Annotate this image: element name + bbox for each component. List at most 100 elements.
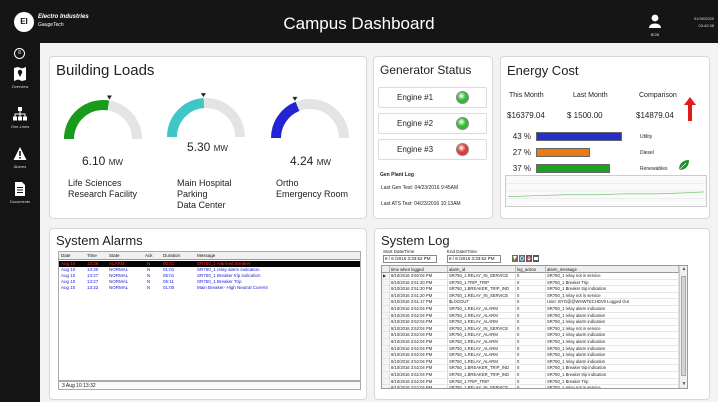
log-row[interactable]: 8/10/2016 3:52:04 PM SR750_1.RELAY_ALARM 0… — [382, 358, 679, 366]
col-header-date[interactable]: Date — [61, 253, 71, 258]
log-cell: 8/10/2016 3:52:04 PM — [390, 325, 448, 333]
trend-up-arrow-icon — [684, 97, 696, 121]
log-cell: SR750_1 Breaker trip indication — [546, 286, 679, 293]
building-label-line: Parking — [177, 189, 208, 199]
sidebar-collapse-button[interactable]: ≡ — [14, 48, 25, 59]
engine-row-2[interactable]: Engine #2 — [378, 113, 487, 134]
log-cell: 8/10/2016 3:52:04 PM — [390, 339, 448, 346]
row-selector[interactable] — [382, 325, 390, 333]
row-selector[interactable] — [382, 312, 390, 320]
log-cell: $LOGOUT — [448, 299, 516, 306]
renewables-bar — [536, 164, 610, 173]
row-selector[interactable] — [382, 279, 390, 287]
system-log-table[interactable]: time when logged alarm_id log_action ala… — [381, 265, 688, 389]
log-row[interactable]: 8/10/2016 3:52:04 PM SR750_1.RELAY_ALARM 0… — [382, 306, 679, 313]
log-row[interactable]: 8/10/2016 3:51:20 PM SR750_1.BREAKER_TRIP… — [382, 286, 679, 293]
log-row[interactable]: 8/10/2016 3:51:17 PM $LOGOUT 0 User: BYO@@W… — [382, 299, 679, 306]
row-selector[interactable] — [382, 378, 390, 386]
end-date-input[interactable]: 8 / 8 /2016 3:33:52 PM — [447, 255, 501, 263]
gauge-ortho — [271, 96, 349, 139]
scroll-up-icon[interactable]: ▲ — [681, 266, 687, 273]
log-row[interactable]: 8/10/2016 3:52:04 PM SR750_1.RELAY_ALARM 0… — [382, 339, 679, 346]
row-selector[interactable] — [382, 306, 390, 313]
print-icon[interactable] — [533, 255, 539, 262]
row-selector[interactable] — [382, 286, 390, 293]
engine-status-led — [456, 91, 469, 104]
row-selector[interactable] — [382, 372, 390, 379]
col-header-duration[interactable]: Duration — [163, 253, 180, 258]
building-label-line: Ortho — [276, 178, 299, 188]
log-cell: SR750_1.RELAY_ALARM — [448, 319, 516, 326]
log-cell: SR750_1.RELAY_IN_SERVICE — [448, 325, 516, 333]
col-header-alarm-id[interactable]: alarm_id — [448, 266, 516, 273]
sidebar-item-label: One-Lines — [10, 124, 30, 129]
row-selector[interactable] — [382, 332, 390, 339]
system-log-panel: System Log Start Date/Time End Date/Time… — [374, 228, 710, 400]
col-header-state[interactable]: State — [109, 253, 120, 258]
log-cell: SR750_1.TRIP_TRIP — [448, 378, 516, 386]
log-scrollbar[interactable]: ▲ ▼ — [679, 266, 687, 388]
log-row[interactable]: 8/10/2016 3:51:20 PM SR750_1.RELAY_IN_SER… — [382, 292, 679, 300]
row-selector[interactable] — [382, 292, 390, 300]
row-selector[interactable] — [382, 319, 390, 326]
user-menu[interactable]: BOB — [644, 14, 666, 40]
clock-time: 03:42:38 — [698, 23, 714, 28]
filter-icon[interactable] — [512, 255, 518, 262]
log-row[interactable]: 8/10/2016 3:52:04 PM SR750_1.RELAY_ALARM 0… — [382, 312, 679, 320]
sidebar-item-label: Overview — [11, 84, 29, 89]
log-row[interactable]: 8/10/2016 3:52:04 PM SR750_1.RELAY_ALARM 0… — [382, 345, 679, 353]
row-selector[interactable] — [382, 365, 390, 372]
refresh-icon[interactable] — [519, 255, 525, 262]
export-icon[interactable] — [526, 255, 532, 262]
col-header-log-action[interactable]: log_action — [516, 266, 546, 273]
log-cell: SR750_1 relay not in service — [546, 385, 679, 388]
engine-row-1[interactable]: Engine #1 — [378, 87, 487, 108]
row-selector[interactable] — [382, 299, 390, 306]
sidebar-item-one-lines[interactable]: One-Lines — [0, 106, 40, 142]
log-row[interactable]: 8/10/2016 3:52:04 PM SR750_1.BREAKER_TRIP… — [382, 372, 679, 379]
log-row[interactable]: 8/10/2016 3:52:04 PM SR750_1.RELAY_ALARM 0… — [382, 319, 679, 326]
diesel-bar — [536, 148, 590, 157]
log-row[interactable]: 8/10/2016 3:52:04 PM SR750_1.BREAKER_TRIP… — [382, 365, 679, 372]
log-cell: 8/10/2016 3:52:04 PM — [390, 352, 448, 359]
start-date-input[interactable]: 8 / 6 /2016 3:33:52 PM — [383, 255, 437, 263]
breakdown-label: Utility — [640, 134, 653, 140]
log-cell: 0 — [516, 339, 546, 346]
engine-row-3[interactable]: Engine #3 — [378, 139, 487, 160]
row-selector-header — [382, 266, 390, 273]
log-row[interactable]: 8/10/2016 3:52:04 PM SR750_1.TRIP_TRIP 0 SR… — [382, 378, 679, 386]
gen-plant-log-title: Gen Plant Log — [380, 172, 414, 178]
sidebar-item-documents[interactable]: Documents — [0, 181, 40, 217]
log-row[interactable]: 8/10/2016 3:52:04 PM SR750_1.RELAY_ALARM 0… — [382, 332, 679, 339]
row-selector[interactable] — [382, 339, 390, 346]
current-row-indicator-icon[interactable]: ▶ — [382, 273, 390, 280]
gen-log-line: Last ATS Test: 04/23/2016 10:13AM — [381, 201, 461, 207]
sidebar-item-overview[interactable]: Overview — [0, 66, 40, 102]
row-selector[interactable] — [382, 358, 390, 366]
scroll-down-icon[interactable]: ▼ — [681, 381, 687, 388]
log-cell: SR750_1.RELAY_ALARM — [448, 306, 516, 313]
alarms-table[interactable]: Date Time State Ack Duration Message Aug… — [58, 251, 361, 381]
col-header-time[interactable]: Time — [87, 253, 97, 258]
log-cell: SR750_1 relay not in service — [546, 292, 679, 300]
gauge-unit: MW — [316, 158, 331, 167]
scroll-thumb[interactable] — [681, 276, 686, 376]
col-header-time-logged[interactable]: time when logged — [390, 266, 448, 273]
utility-bar — [536, 132, 622, 141]
log-cell: 0 — [516, 378, 546, 386]
log-row[interactable]: 8/10/2016 3:51:20 PM SR750_1.TRIP_TRIP 0 SR… — [382, 279, 679, 287]
sidebar-item-alarms[interactable]: Alarms — [0, 146, 40, 182]
log-row[interactable]: 8/10/2016 3:52:04 PM SR750_1.RELAY_ALARM 0… — [382, 352, 679, 359]
log-row[interactable]: 8/10/2016 3:52:04 PM SR750_1.RELAY_IN_SER… — [382, 325, 679, 333]
col-header-alarm-message[interactable]: alarm_message — [546, 266, 679, 273]
alarm-row[interactable]: Aug 10 13:32 NORMAL N 01:00 Main Breaker- Hig… — [59, 285, 360, 291]
row-selector[interactable] — [382, 352, 390, 359]
col-header-ack[interactable]: Ack — [145, 253, 153, 258]
row-selector[interactable] — [382, 385, 390, 388]
log-row[interactable]: ▶ 8/10/2016 3:50:04 PM SR750_1.RELAY_IN_SE… — [382, 273, 679, 280]
row-selector[interactable] — [382, 345, 390, 353]
alarms-status-text: 3 Aug 10 13:32 — [62, 383, 96, 389]
log-row[interactable]: 8/10/2016 3:52:04 PM SR750_1.RELAY_IN_SER… — [382, 385, 679, 388]
log-cell: SR750_1.RELAY_ALARM — [448, 352, 516, 359]
col-header-message[interactable]: Message — [197, 253, 215, 258]
